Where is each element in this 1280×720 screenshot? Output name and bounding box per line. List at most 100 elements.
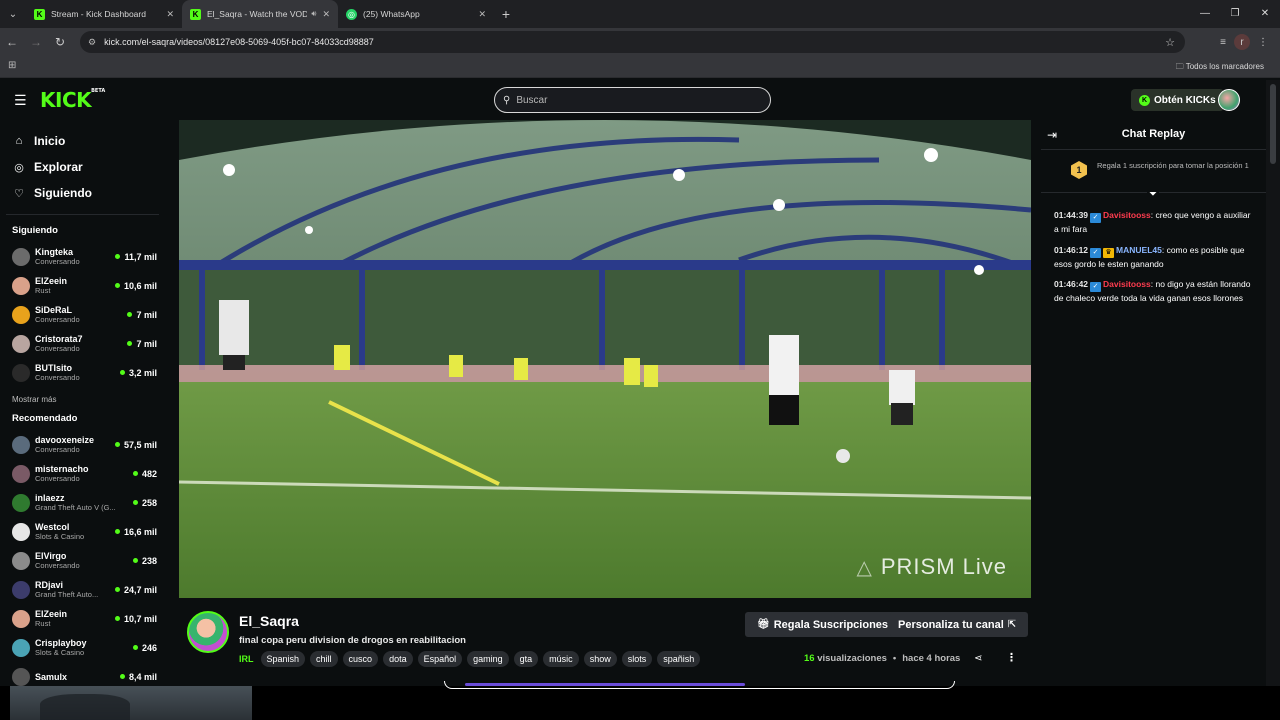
nav-following[interactable]: ♡ Siguiendo [12,180,165,206]
tag-list: IRL Spanish chill cusco dota Español gaming gt… [239,651,701,667]
profile-avatar[interactable]: r [1234,34,1250,50]
viewer-count-text: 246 [141,642,157,653]
tag-chip[interactable]: slots [621,651,653,667]
message-username[interactable]: Davisitooss [1103,279,1151,289]
views-label: visualizaciones [817,653,887,664]
channel-name: Samulx [35,671,68,682]
scrollbar-thumb[interactable] [1270,84,1276,164]
back-icon[interactable]: ← [0,35,24,49]
forward-icon[interactable]: → [24,35,48,49]
media-control-icon[interactable]: ≡ [1220,37,1226,48]
sidebar-channel[interactable]: ElZeein Rust 10,7 mil [0,604,165,633]
tag-chip[interactable]: gaming [467,651,509,667]
search-input[interactable] [516,94,747,106]
chat-message: 01:46:42 ✓ Davisitooss: no digo ya están l… [1054,278,1254,306]
pinned-text: Regala 1 suscripción para tomar la posic… [1097,161,1249,170]
live-dot-icon [132,558,138,563]
viewer-count: 16,6 mil [114,526,157,537]
channel-avatar [12,305,30,324]
sidebar-channel[interactable]: misternacho Conversando 482 [0,459,165,488]
speaker-icon[interactable]: 🔊︎ [311,9,316,19]
tag-chip[interactable]: show [583,651,617,667]
more-options-icon[interactable]: ⋮ [1006,651,1017,664]
restore-icon[interactable]: ❐ [1220,0,1250,28]
sidebar-channel[interactable]: BUTIsito Conversando 3,2 mil [0,358,165,387]
url-field[interactable]: ⚙︎ kick.com/el-saqra/videos/08127e08-506… [80,31,1185,53]
channel-avatar [12,363,30,382]
browser-tab-0[interactable]: K Stream - Kick Dashboard ✕ [26,0,182,28]
show-more-link[interactable]: Mostrar más [0,387,165,409]
channel-name[interactable]: El_Saqra [239,613,299,629]
tab-title: El_Saqra - Watch the VOD o [207,9,308,19]
sidebar-channel[interactable]: Crisplayboy Slots & Casino 246 [0,633,165,662]
tag-chip[interactable]: Spanish [260,651,306,667]
video-player[interactable]: △ PRISM Live [179,120,1031,598]
browser-tab-2[interactable]: ◎ (25) WhatsApp ✕ [338,0,494,28]
minimize-icon[interactable]: — [1190,0,1220,28]
site-info-icon[interactable]: ⚙︎ [88,37,96,48]
channel-avatar[interactable] [187,611,229,653]
page-scrollbar[interactable] [1266,80,1280,686]
kick-logo[interactable]: KICKBETA [40,88,105,112]
tab-search-icon[interactable]: ⌄ [0,0,26,28]
tag-chip[interactable]: spañish [657,651,701,667]
search-bar[interactable]: ⚲ [494,87,771,113]
gift-subs-button[interactable]: 🎁︎ Regala Suscripciones [745,612,897,637]
customize-label: Personaliza tu canal [898,618,1004,631]
sidebar-channel[interactable]: Westcol Slots & Casino 16,6 mil [0,517,165,546]
video-frame [179,120,1031,598]
sidebar-channel[interactable]: Cristorata7 Conversando 7 mil [0,329,165,358]
close-icon[interactable]: ✕ [478,9,486,20]
webcam-overlay [10,686,252,720]
new-tab-button[interactable]: + [494,6,518,22]
customize-channel-button[interactable]: Personaliza tu canal ⇱ [890,612,1029,637]
message-username[interactable]: MANUEL45 [1116,245,1162,255]
tag-chip[interactable]: cusco [342,651,379,667]
nav-home[interactable]: ⌂ Inicio [12,128,165,154]
tag-chip[interactable]: chill [310,651,338,667]
viewer-count-text: 16,6 mil [123,526,157,537]
channel-name: ElZeein [35,276,68,286]
tag-chip[interactable]: dota [383,651,413,667]
sidebar-channel[interactable]: ElZeein Rust 10,6 mil [0,271,165,300]
sidebar-channel[interactable]: inlaezz Grand Theft Auto V (G... 258 [0,488,165,517]
user-avatar[interactable] [1218,89,1240,111]
home-icon: ⌂ [15,135,23,147]
sidebar-channel[interactable]: davooxeneize Conversando 57,5 mil [0,430,165,459]
expand-down-icon[interactable]: ⏷ [1147,189,1159,200]
close-icon[interactable]: ✕ [322,9,330,20]
sidebar-channel[interactable]: SiDeRaL Conversando 7 mil [0,300,165,329]
gift-subs-label: Regala Suscripciones [773,618,889,631]
tag-chip[interactable]: músic [543,651,579,667]
viewer-count-text: 10,7 mil [123,613,157,624]
channel-category: Conversando [35,315,80,324]
bookmark-star-icon[interactable]: ☆ [1165,36,1175,49]
browser-menu-icon[interactable]: ⋮ [1258,37,1268,48]
sidebar-channel[interactable]: ElVirgo Conversando 238 [0,546,165,575]
close-window-icon[interactable]: ✕ [1250,0,1280,28]
viewer-count: 258 [132,498,157,508]
viewer-count: 11,7 mil [115,252,157,262]
tag-chip[interactable]: gta [513,651,539,667]
sidebar-channel[interactable]: Kingteka Conversando 11,7 mil [0,242,165,271]
get-kicks-button[interactable]: K Obtén KICKs [1131,89,1224,111]
sidebar-channel[interactable]: RDjavi Grand Theft Auto... 24,7 mil [0,575,165,604]
channel-meta: RDjavi Grand Theft Auto... [35,580,115,599]
apps-grid-icon[interactable]: ⊞ [8,60,16,71]
channel-name: BUTIsito [35,363,72,373]
close-icon[interactable]: ✕ [166,9,174,20]
hamburger-menu-icon[interactable]: ☰ [14,92,27,109]
whatsapp-icon: ◎ [346,8,357,20]
reload-icon[interactable]: ↻ [48,35,72,49]
all-bookmarks-link[interactable]: 🗀︎ Todos los marcadores [1176,61,1264,75]
nav-explore[interactable]: ◎ Explorar [12,154,165,180]
browser-tab-1[interactable]: K El_Saqra - Watch the VOD o 🔊︎ ✕ [182,0,338,28]
message-username[interactable]: Davisitooss [1103,210,1151,220]
live-dot-icon [114,616,120,621]
share-icon[interactable]: ⋖ [974,653,982,664]
pinned-gift-banner[interactable]: 1 Regala 1 suscripción para tomar la pos… [1071,161,1261,179]
category-link[interactable]: IRL [239,654,254,664]
tag-chip[interactable]: Español [417,651,463,667]
live-dot-icon [119,674,125,679]
sidebar-channel[interactable]: Samulx 8,4 mil [0,662,165,686]
